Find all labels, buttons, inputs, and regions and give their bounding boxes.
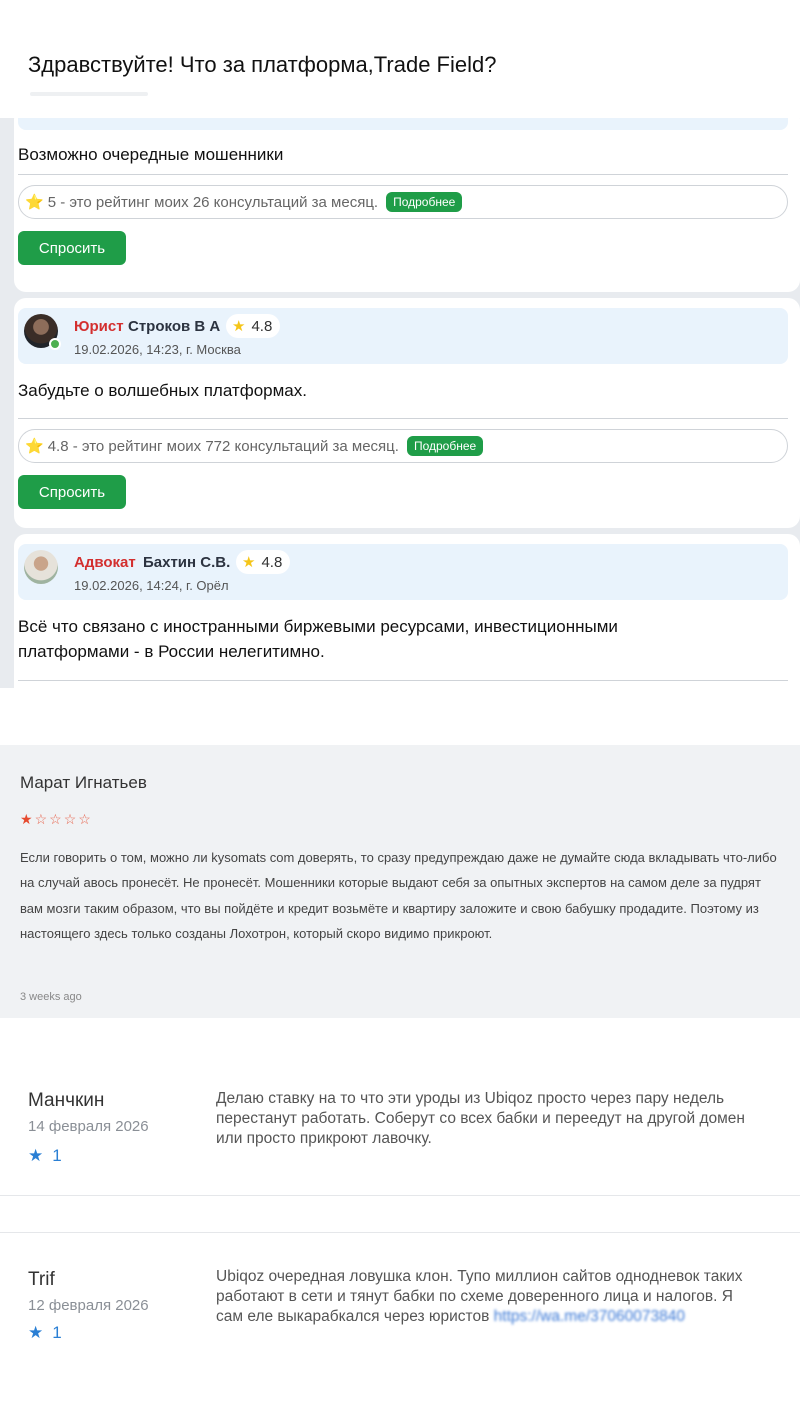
- author-name[interactable]: Строков В А: [128, 318, 220, 335]
- star-empty-icon: ☆: [63, 811, 79, 827]
- star-empty-icon: ☆: [49, 811, 64, 827]
- divider: [18, 418, 788, 419]
- avatar-image: [24, 550, 58, 584]
- review-card: Марат Игнатьев ★☆☆☆☆ Если говорить о том…: [0, 745, 800, 1018]
- details-link[interactable]: Подробнее: [386, 192, 463, 212]
- author-role: Юрист: [74, 318, 124, 335]
- answers-section: Возможно очередные мошенники ⭐ 5 - это р…: [0, 118, 800, 688]
- answer-text: Возможно очередные мошенники: [18, 145, 284, 164]
- divider: [18, 680, 788, 681]
- like-button[interactable]: ★ 1: [28, 1146, 62, 1166]
- question-title: Здравствуйте! Что за платформа,Trade Fie…: [28, 52, 497, 77]
- review-star-rating: ★☆☆☆☆: [20, 811, 93, 828]
- comment-date: 14 февраля 2026: [28, 1118, 149, 1135]
- ask-button[interactable]: Спросить: [18, 231, 126, 265]
- star-filled-icon: ★: [20, 811, 35, 827]
- star-empty-icon: ☆: [34, 811, 50, 827]
- question-header: Здравствуйте! Что за платформа,Trade Fie…: [0, 0, 800, 118]
- comment-item: Манчкин 14 февраля 2026 ★ 1 Делаю ставку…: [0, 1080, 800, 1196]
- review-text: Если говорить о том, можно ли kysomats c…: [20, 850, 777, 942]
- online-status-icon: [49, 338, 61, 350]
- star-empty-icon: ☆: [78, 811, 93, 827]
- star-icon: ⭐: [25, 438, 44, 455]
- author-role: Адвокат: [74, 554, 136, 571]
- comment-author: Trif: [28, 1269, 55, 1290]
- divider: [18, 174, 788, 175]
- like-button[interactable]: ★ 1: [28, 1323, 62, 1343]
- ask-button[interactable]: Спросить: [18, 475, 126, 509]
- comment-author: Манчкин: [28, 1090, 105, 1111]
- avatar[interactable]: [24, 550, 58, 584]
- review-author: Марат Игнатьев: [20, 773, 147, 792]
- comment-link[interactable]: https://wa.me/37060073840: [494, 1308, 685, 1325]
- author-bar: Юрист Строков В А ★ 4.8 19.02.2026, 14:2…: [18, 308, 788, 364]
- rating-summary: ⭐ 5 - это рейтинг моих 26 консультаций з…: [18, 185, 788, 219]
- author-bar: Адвокат Бахтин С.В. ★ 4.8 19.02.2026, 14…: [18, 544, 788, 600]
- star-icon: ★: [242, 554, 256, 571]
- author-rating: ★ 4.8: [226, 314, 281, 338]
- rating-summary-text: 4.8 - это рейтинг моих 772 консультаций …: [47, 437, 399, 455]
- answer-card: Юрист Строков В А ★ 4.8 19.02.2026, 14:2…: [14, 298, 800, 528]
- comment-item: Trif 12 февраля 2026 ★ 1 Ubiqoz очередна…: [0, 1232, 800, 1382]
- star-icon: ⭐: [25, 194, 44, 211]
- star-icon: ★: [232, 318, 246, 335]
- comment-text: Делаю ставку на то что эти уроды из Ubiq…: [216, 1090, 745, 1147]
- star-icon: ★: [28, 1323, 44, 1342]
- details-link[interactable]: Подробнее: [406, 436, 484, 456]
- answer-date-location: 19.02.2026, 14:23, г. Москва: [74, 342, 241, 357]
- like-count: 1: [52, 1146, 62, 1165]
- author-rating: ★ 4.8: [236, 550, 291, 574]
- author-bar: [18, 118, 788, 130]
- review-time: 3 weeks ago: [20, 991, 82, 1003]
- comment-text-block: Ubiqoz очередная ловушка клон. Тупо милл…: [216, 1267, 756, 1327]
- answer-card: Адвокат Бахтин С.В. ★ 4.8 19.02.2026, 14…: [14, 534, 800, 688]
- star-icon: ★: [28, 1146, 44, 1165]
- like-count: 1: [52, 1323, 62, 1342]
- rating-summary-text: 5 - это рейтинг моих 26 консультаций за …: [47, 193, 379, 211]
- header-tab-indicator: [30, 92, 148, 96]
- answer-text: Забудьте о волшебных платформах.: [18, 381, 307, 400]
- author-rating-value: 4.8: [251, 317, 273, 335]
- author-rating-value: 4.8: [261, 553, 283, 571]
- comment-date: 12 февраля 2026: [28, 1297, 149, 1314]
- rating-summary: ⭐ 4.8 - это рейтинг моих 772 консультаци…: [18, 429, 788, 463]
- answer-card: Возможно очередные мошенники ⭐ 5 - это р…: [14, 118, 800, 292]
- avatar[interactable]: [24, 314, 61, 350]
- answer-text: Всё что связано с иностранными биржевыми…: [18, 617, 618, 661]
- author-name[interactable]: Бахтин С.В.: [143, 554, 230, 571]
- answer-date-location: 19.02.2026, 14:24, г. Орёл: [74, 578, 229, 593]
